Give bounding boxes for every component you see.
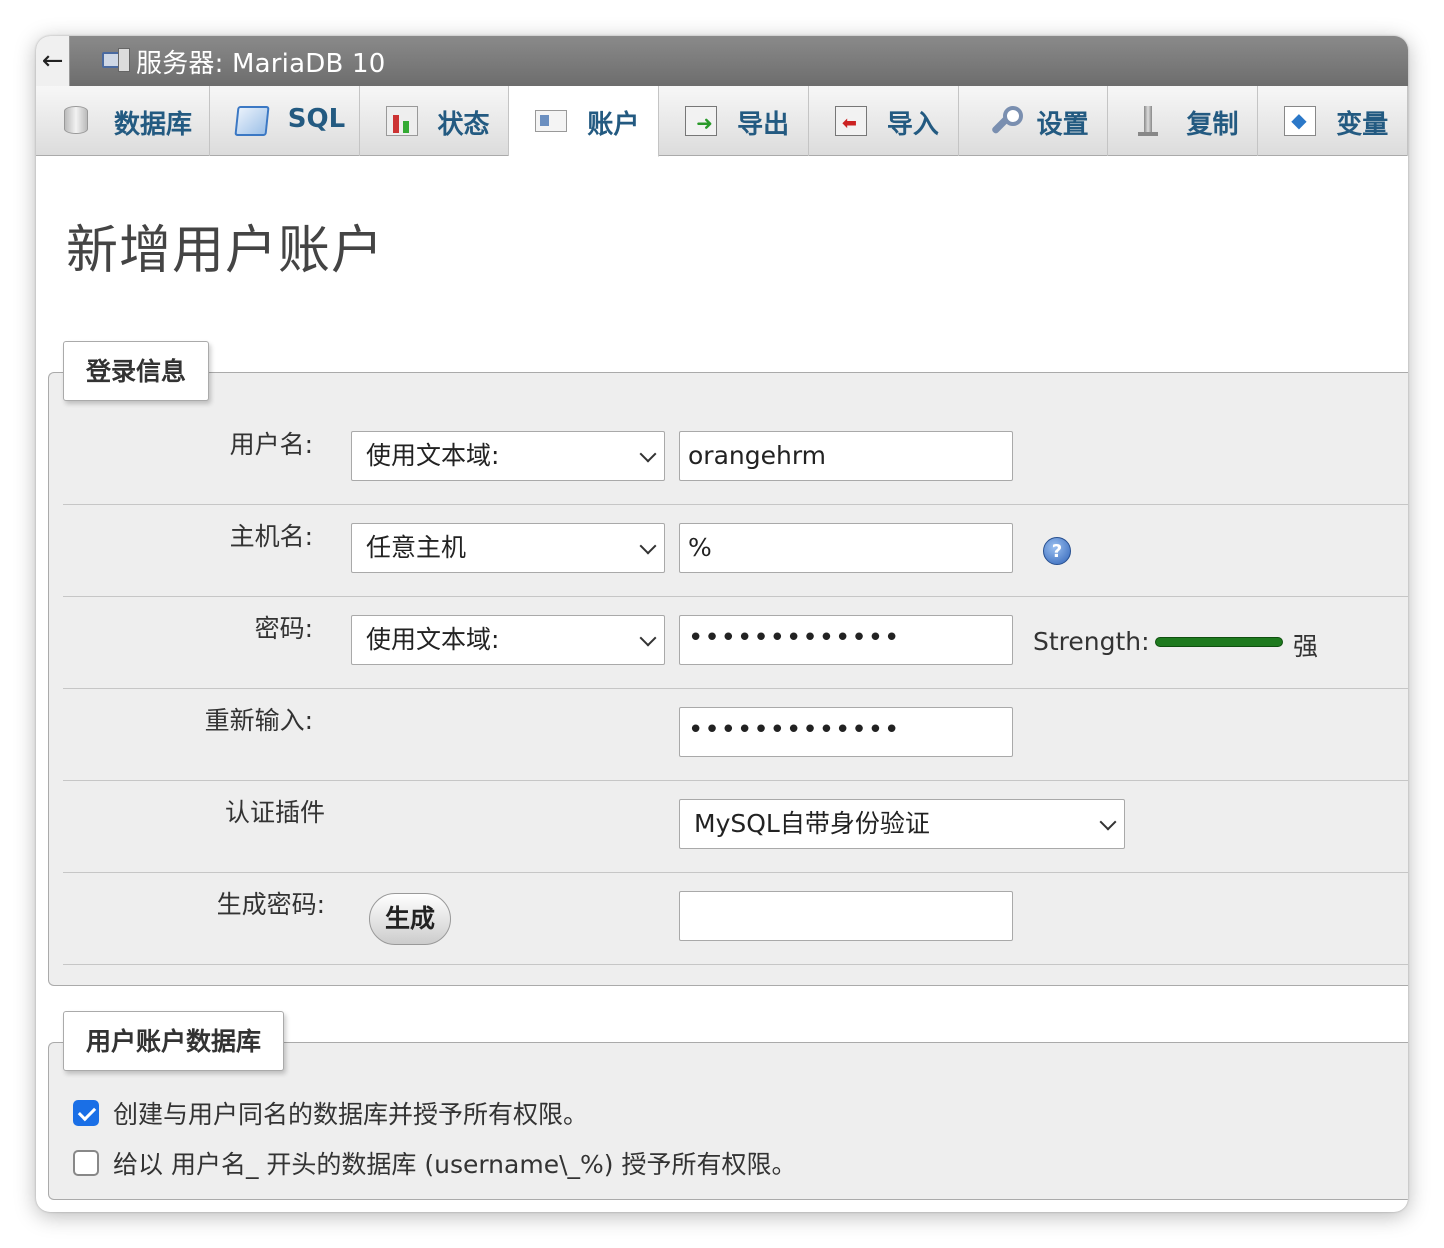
- import-icon: [834, 106, 867, 136]
- tab-accounts[interactable]: 账户: [509, 86, 660, 157]
- user-database-legend: 用户账户数据库: [63, 1011, 285, 1071]
- hostname-row: 主机名: 任意主机 % ?: [63, 505, 1408, 597]
- strength-text: 强: [1293, 632, 1319, 661]
- tab-label: 导出: [737, 110, 790, 140]
- tab-label: 状态: [437, 110, 490, 140]
- tab-status[interactable]: 状态: [360, 86, 510, 156]
- tab-label: 变量: [1336, 110, 1389, 140]
- tab-sql[interactable]: SQL: [210, 86, 360, 156]
- tab-replication[interactable]: 复制: [1108, 86, 1259, 156]
- server-title: 服务器: MariaDB 10: [136, 48, 386, 79]
- auth-plugin-select[interactable]: MySQL自带身份验证: [679, 799, 1125, 849]
- retype-label: 重新输入:: [204, 706, 313, 735]
- create-db-option[interactable]: 创建与用户同名的数据库并授予所有权限。: [73, 1095, 588, 1131]
- password-row: 密码: 使用文本域: ••••••••••••• Strength: 强: [63, 597, 1408, 689]
- replication-icon: [1134, 106, 1166, 136]
- grant-wildcard-label: 给以 用户名_ 开头的数据库 (username\_%) 授予所有权限。: [113, 1150, 797, 1179]
- strength-label: Strength:: [1033, 627, 1150, 656]
- tab-label: 数据库: [114, 110, 193, 140]
- auth-plugin-label: 认证插件: [224, 798, 325, 827]
- status-icon: [385, 106, 418, 136]
- tab-settings[interactable]: 设置: [959, 86, 1109, 156]
- tab-export[interactable]: 导出: [659, 86, 809, 156]
- grant-wildcard-option[interactable]: 给以 用户名_ 开头的数据库 (username\_%) 授予所有权限。: [73, 1145, 796, 1181]
- generate-password-row: 生成密码: 生成: [63, 873, 1408, 965]
- title-bar: ← 服务器: MariaDB 10: [36, 36, 1408, 86]
- create-db-checkbox[interactable]: [73, 1100, 99, 1126]
- username-label: 用户名:: [229, 430, 313, 459]
- username-input[interactable]: orangehrm: [679, 431, 1013, 481]
- select-value: MySQL自带身份验证: [694, 809, 930, 838]
- chevron-down-icon: [639, 629, 657, 647]
- username-type-select[interactable]: 使用文本域:: [351, 431, 665, 481]
- page-title: 新增用户账户: [66, 221, 385, 281]
- app-window: ← 服务器: MariaDB 10 数据库 SQL 状态 账户 导出 导入: [36, 36, 1408, 1212]
- tab-label: 导入: [886, 110, 939, 140]
- help-icon[interactable]: ?: [1043, 537, 1071, 565]
- database-icon: [64, 106, 88, 134]
- password-type-select[interactable]: 使用文本域:: [351, 615, 665, 665]
- tab-variables[interactable]: 变量: [1258, 86, 1408, 156]
- password-label: 密码:: [254, 614, 313, 643]
- generated-password-input[interactable]: [679, 891, 1013, 941]
- variables-icon: [1284, 106, 1317, 136]
- tab-label: 设置: [1036, 110, 1089, 140]
- grant-wildcard-checkbox[interactable]: [73, 1150, 99, 1176]
- select-value: 使用文本域:: [366, 441, 500, 470]
- accounts-icon: [535, 110, 568, 132]
- chevron-down-icon: [1099, 813, 1117, 831]
- tab-import[interactable]: 导入: [809, 86, 959, 156]
- username-row: 用户名: 使用文本域: orangehrm: [63, 413, 1408, 505]
- chevron-down-icon: [639, 537, 657, 555]
- password-input[interactable]: •••••••••••••: [679, 615, 1013, 665]
- chevron-down-icon: [639, 445, 657, 463]
- generate-password-label: 生成密码:: [216, 890, 325, 919]
- retype-password-input[interactable]: •••••••••••••: [679, 707, 1013, 757]
- generate-button[interactable]: 生成: [369, 893, 451, 945]
- user-database-fieldset: 用户账户数据库 创建与用户同名的数据库并授予所有权限。 给以 用户名_ 开头的数…: [48, 1011, 1408, 1200]
- password-strength-meter: [1155, 637, 1283, 647]
- create-db-label: 创建与用户同名的数据库并授予所有权限。: [113, 1100, 589, 1129]
- hostname-input[interactable]: %: [679, 523, 1013, 573]
- tab-label: SQL: [287, 104, 346, 134]
- export-icon: [685, 106, 718, 136]
- auth-plugin-row: 认证插件 MySQL自带身份验证: [63, 781, 1408, 873]
- login-info-fieldset: 登录信息 用户名: 使用文本域: orangehrm 主机名: 任意主机 % ?…: [48, 341, 1408, 986]
- hostname-label: 主机名:: [229, 522, 313, 551]
- tab-bar: 数据库 SQL 状态 账户 导出 导入 设置 复制: [36, 86, 1408, 157]
- select-value: 任意主机: [366, 533, 467, 562]
- server-icon: [100, 48, 132, 74]
- select-value: 使用文本域:: [366, 625, 500, 654]
- login-info-legend: 登录信息: [63, 341, 210, 401]
- tab-label: 复制: [1186, 110, 1239, 140]
- hostname-type-select[interactable]: 任意主机: [351, 523, 665, 573]
- settings-icon: [985, 106, 1023, 136]
- sql-icon: [234, 106, 270, 136]
- tab-label: 账户: [587, 110, 640, 140]
- retype-row: 重新输入: •••••••••••••: [63, 689, 1408, 781]
- back-button[interactable]: ←: [36, 36, 70, 86]
- tab-databases[interactable]: 数据库: [36, 86, 210, 156]
